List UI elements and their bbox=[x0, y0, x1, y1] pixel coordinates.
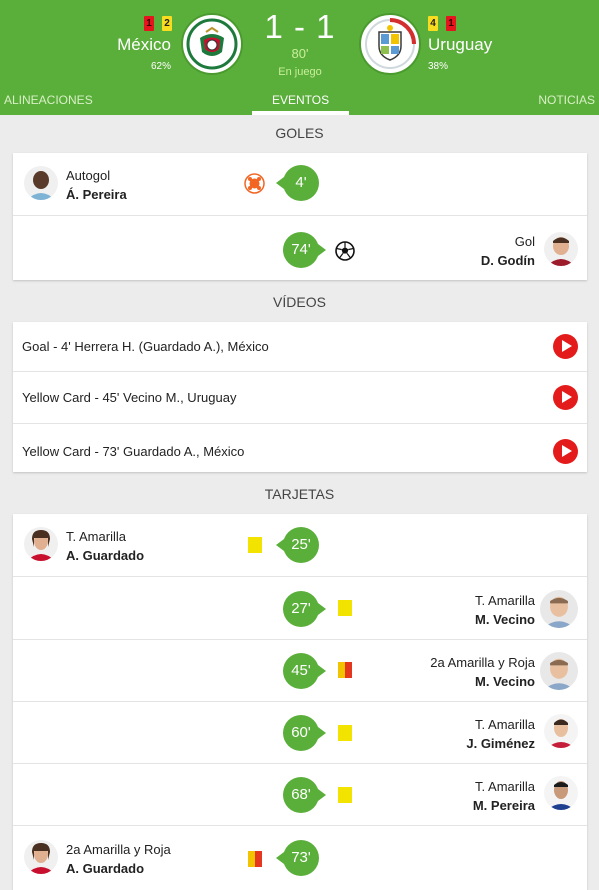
home-team-percentage: 62% bbox=[150, 61, 171, 72]
goals-card: Autogol Á. Pereira 4' 74' Gol D. Godín bbox=[13, 153, 587, 280]
match-header: 1 2 México 62% 1 - 1 80' En juego 4 1 Ur… bbox=[0, 0, 599, 115]
home-yellow-card-count: 2 bbox=[162, 16, 172, 31]
player-avatar bbox=[24, 527, 58, 561]
card-event-row[interactable]: 2a Amarilla y Roja A. Guardado 73' bbox=[13, 826, 587, 890]
play-icon[interactable] bbox=[553, 334, 578, 359]
event-type: T. Amarilla bbox=[475, 779, 535, 794]
player-avatar bbox=[540, 652, 578, 690]
second-yellow-red-card-icon bbox=[338, 662, 352, 678]
player-avatar bbox=[24, 840, 58, 874]
away-team-name[interactable]: Uruguay bbox=[428, 35, 492, 55]
video-title[interactable]: Yellow Card - 73' Guardado A., México bbox=[22, 444, 244, 459]
goal-minute-bubble: 4' bbox=[276, 165, 319, 201]
mexico-crest-icon[interactable] bbox=[183, 15, 241, 73]
goal-event-row[interactable]: 74' Gol D. Godín bbox=[13, 217, 587, 280]
player-avatar bbox=[24, 166, 58, 200]
video-row[interactable]: Goal - 4' Herrera H. (Guardado A.), Méxi… bbox=[13, 322, 587, 372]
event-player: M. Pereira bbox=[472, 798, 535, 813]
card-event-row[interactable]: T. Amarilla A. Guardado 25' bbox=[13, 514, 587, 577]
play-icon[interactable] bbox=[553, 439, 578, 464]
cards-card: T. Amarilla A. Guardado 25' 27' T. Amari… bbox=[13, 514, 587, 890]
player-avatar bbox=[544, 714, 578, 748]
event-type: Gol bbox=[514, 234, 535, 249]
video-row[interactable]: Yellow Card - 73' Guardado A., México bbox=[13, 424, 587, 472]
event-player: M. Vecino bbox=[475, 612, 535, 627]
yellow-card-icon bbox=[338, 725, 352, 741]
event-player: A. Guardado bbox=[66, 861, 145, 876]
card-minute-bubble: 25' bbox=[276, 527, 319, 563]
event-type: 2a Amarilla y Roja bbox=[430, 655, 535, 670]
player-avatar bbox=[540, 590, 578, 628]
uruguay-crest-icon[interactable] bbox=[361, 15, 419, 73]
goals-section-title: GOLES bbox=[275, 125, 324, 141]
card-event-row[interactable]: 60' T. Amarilla J. Giménez bbox=[13, 702, 587, 764]
event-player: M. Vecino bbox=[475, 674, 535, 689]
home-team-name[interactable]: México bbox=[117, 35, 171, 55]
event-player: A. Guardado bbox=[66, 548, 145, 563]
goal-minute-bubble: 74' bbox=[283, 232, 326, 268]
event-type: T. Amarilla bbox=[475, 717, 535, 732]
card-minute-bubble: 27' bbox=[283, 591, 326, 627]
yellow-card-icon bbox=[248, 537, 262, 553]
match-minute: 80' bbox=[291, 46, 309, 61]
card-event-row[interactable]: 45' 2a Amarilla y Roja M. Vecino bbox=[13, 640, 587, 702]
player-avatar bbox=[544, 776, 578, 810]
second-yellow-red-card-icon bbox=[248, 851, 262, 867]
card-event-row[interactable]: 27' T. Amarilla M. Vecino bbox=[13, 577, 587, 640]
yellow-card-icon bbox=[338, 787, 352, 803]
event-type: T. Amarilla bbox=[66, 529, 126, 544]
tab-eventos[interactable]: EVENTOS bbox=[272, 93, 329, 107]
card-minute-bubble: 73' bbox=[276, 840, 319, 876]
own-goal-icon bbox=[244, 173, 265, 194]
soccer-ball-icon bbox=[335, 241, 355, 261]
card-event-row[interactable]: 68' T. Amarilla M. Pereira bbox=[13, 764, 587, 826]
away-team-percentage: 38% bbox=[428, 61, 449, 72]
card-minute-bubble: 68' bbox=[283, 777, 326, 813]
event-player: Á. Pereira bbox=[66, 187, 127, 202]
videos-card: Goal - 4' Herrera H. (Guardado A.), Méxi… bbox=[13, 322, 587, 472]
card-minute-bubble: 45' bbox=[283, 653, 326, 689]
event-player: J. Giménez bbox=[466, 736, 535, 751]
videos-section-title: VÍDEOS bbox=[273, 294, 326, 310]
match-status: En juego bbox=[278, 66, 322, 78]
event-type: 2a Amarilla y Roja bbox=[66, 842, 171, 857]
event-type: Autogol bbox=[66, 168, 111, 183]
active-tab-indicator bbox=[252, 111, 349, 115]
player-avatar bbox=[544, 232, 578, 266]
video-title[interactable]: Goal - 4' Herrera H. (Guardado A.), Méxi… bbox=[22, 339, 269, 354]
match-score: 1 - 1 bbox=[264, 8, 336, 45]
event-player: D. Godín bbox=[480, 253, 535, 268]
away-yellow-card-count: 4 bbox=[428, 16, 438, 31]
tab-noticias[interactable]: NOTICIAS bbox=[538, 93, 595, 107]
goal-event-row[interactable]: Autogol Á. Pereira 4' bbox=[13, 153, 587, 216]
tab-alineaciones[interactable]: ALINEACIONES bbox=[4, 93, 93, 107]
away-red-card-count: 1 bbox=[446, 16, 456, 31]
video-row[interactable]: Yellow Card - 45' Vecino M., Uruguay bbox=[13, 372, 587, 424]
video-title[interactable]: Yellow Card - 45' Vecino M., Uruguay bbox=[22, 390, 236, 405]
home-red-card-count: 1 bbox=[144, 16, 154, 31]
event-type: T. Amarilla bbox=[475, 593, 535, 608]
play-icon[interactable] bbox=[553, 385, 578, 410]
card-minute-bubble: 60' bbox=[283, 715, 326, 751]
cards-section-title: TARJETAS bbox=[264, 486, 335, 502]
yellow-card-icon bbox=[338, 600, 352, 616]
